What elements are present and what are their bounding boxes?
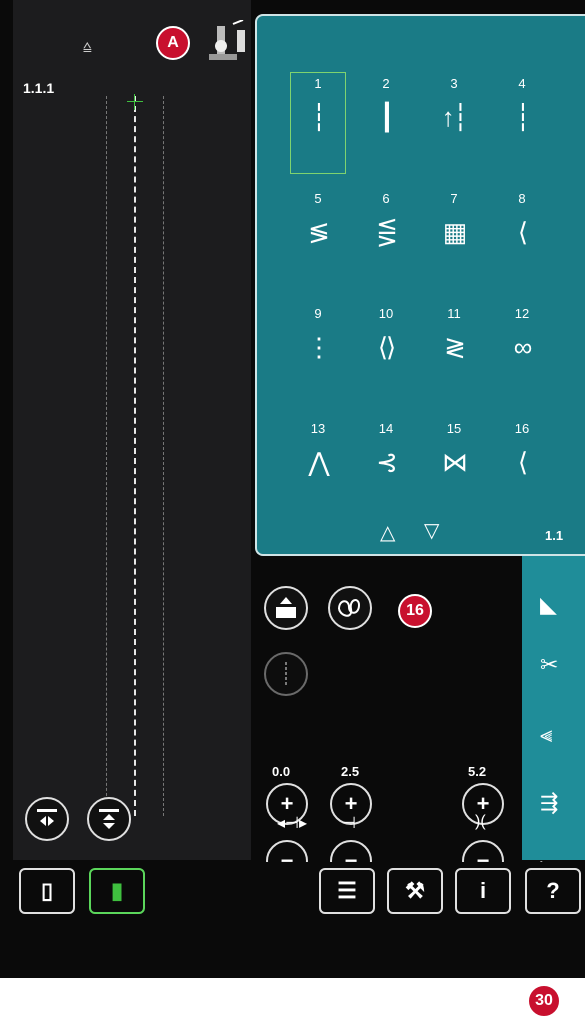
stitch-5[interactable]: 5 ≶ (288, 191, 348, 291)
stitch-4[interactable]: 4 ┆ (492, 76, 552, 176)
stitch-9[interactable]: 9 ⋮ (288, 306, 348, 406)
stitch-number: 4 (518, 76, 526, 91)
callout-30: 30 (527, 984, 561, 1018)
single-needle-button[interactable]: ▯ (19, 868, 75, 914)
guide-line-right (163, 96, 164, 816)
stitch-number: 5 (314, 191, 322, 206)
stitch-length-icon: ⊣ (342, 815, 356, 832)
stitch-glyph-icon: ⋈ (442, 447, 468, 477)
stitch-glyph-icon: ⟨ (517, 217, 528, 247)
cut-thread-icon[interactable]: ✂ (540, 652, 558, 678)
mirror-side-button[interactable] (25, 797, 69, 841)
stitch-15[interactable]: 15 ⋈ (424, 421, 484, 521)
presser-foot-icon[interactable] (203, 19, 251, 66)
stitch-glyph-icon: ≶ (308, 217, 330, 247)
callout-a: A (156, 26, 190, 60)
stitch-number: 3 (450, 76, 458, 91)
stitch-glyph-icon: ┆ (515, 102, 531, 132)
stitch-menu-page: 1.1 (545, 528, 564, 543)
stitch-length-program-icon[interactable]: ⇶ (540, 790, 558, 816)
stitch-number: 7 (450, 191, 458, 206)
stitch-16[interactable]: 16 ⟨ (492, 421, 552, 521)
scroll-down-arrow-icon[interactable]: ▽ (424, 518, 439, 543)
stitch-12[interactable]: 12 ∞ (492, 306, 552, 406)
scroll-up-arrow-icon[interactable]: △ (380, 520, 395, 545)
stitch-number: 10 (378, 306, 394, 321)
stitch-number: 14 (378, 421, 394, 436)
load-stitch-button[interactable] (264, 586, 308, 630)
tapering-button[interactable] (264, 652, 308, 696)
stitch-glyph-icon: ⋮ (306, 332, 332, 362)
stitch-preview-pane: ⩠ 1.1.1 (13, 0, 251, 860)
stitch-glyph-icon: ↑┆ (441, 102, 469, 132)
stitch-number: 9 (314, 306, 322, 321)
info-button[interactable]: i (455, 868, 511, 914)
stitch-number: 1 (314, 76, 322, 91)
stitch-6[interactable]: 6 ⋚ (356, 191, 416, 291)
help-button[interactable]: ? (525, 868, 581, 914)
menu-button[interactable]: ☰ (319, 868, 375, 914)
stitch-glyph-icon: ┆ (311, 102, 327, 132)
stitch-8[interactable]: 8 ⟨ (492, 191, 552, 291)
stitch-glyph-icon: ⟨ (517, 447, 528, 477)
needle-marker-h (127, 101, 143, 102)
stitch-program-icon[interactable]: ◣ (540, 592, 557, 618)
stitch-2[interactable]: 2 ┃ (356, 76, 416, 176)
tie-off-icon[interactable]: ⫷ (540, 722, 552, 748)
stitch-number: 11 (447, 306, 461, 321)
sewing-machine-screen: ⩠ 1.1.1 A 1 ┆ 2 ┃ 3 ↑┆ 4 ┆ 5 ≶ 6 ⋚ 7 ▦ 8 ⟨ 9 ⋮ 10 ⟨⟩ 11 ≷ 12 ∞ 1… (0, 0, 585, 978)
stitch-length-value: 2.5 (341, 764, 360, 779)
stitch-width-value: 5.2 (468, 764, 487, 779)
stitch-number: 15 (446, 421, 462, 436)
stitch-13[interactable]: 13 ⋀ (288, 421, 348, 521)
foot-pressure-icon[interactable]: ⩠ (83, 38, 92, 55)
stitch-glyph-icon: ┃ (379, 102, 395, 132)
guide-line-left (106, 96, 107, 816)
stitch-position-value: 0.0 (272, 764, 291, 779)
stitch-glyph-icon: ⊰ (376, 447, 398, 477)
stitch-glyph-icon: ≷ (444, 332, 466, 362)
stitch-line (134, 96, 136, 816)
stitch-3[interactable]: 3 ↑┆ (424, 76, 484, 176)
stitch-number: 6 (382, 191, 390, 206)
mirror-end-button[interactable] (87, 797, 131, 841)
needle-marker-v (134, 94, 135, 110)
stitch-width-icon: )( (475, 813, 486, 830)
bottom-bar: ▯ ▮ ☰ ⚒ i ? (13, 862, 585, 978)
stitch-glyph-icon: ∞ (513, 332, 533, 362)
stitch-number: 16 (514, 421, 530, 436)
stitch-glyph-icon: ⋀ (308, 447, 329, 477)
stitch-number: 2 (382, 76, 390, 91)
stitch-position-icon: ◂⊣▸ (277, 815, 307, 832)
stitch-number: 8 (518, 191, 526, 206)
stitch-number: 13 (310, 421, 326, 436)
stitch-11[interactable]: 11 ≷ (424, 306, 484, 406)
stitch-glyph-icon: ⟨⟩ (377, 332, 396, 362)
stitch-10[interactable]: 10 ⟨⟩ (356, 306, 416, 406)
twin-needle-button[interactable]: ▮ (89, 868, 145, 914)
stitch-14[interactable]: 14 ⊰ (356, 421, 416, 521)
preview-stitch-number: 1.1.1 (23, 80, 55, 96)
stitch-glyph-icon: ⋚ (376, 217, 398, 247)
stitch-number: 12 (514, 306, 530, 321)
callout-16: 16 (398, 594, 432, 628)
stitch-options-button[interactable] (328, 586, 372, 630)
stitch-1[interactable]: 1 ┆ (288, 76, 348, 176)
stitch-glyph-icon: ▦ (442, 217, 468, 247)
stitch-7[interactable]: 7 ▦ (424, 191, 484, 291)
settings-button[interactable]: ⚒ (387, 868, 443, 914)
